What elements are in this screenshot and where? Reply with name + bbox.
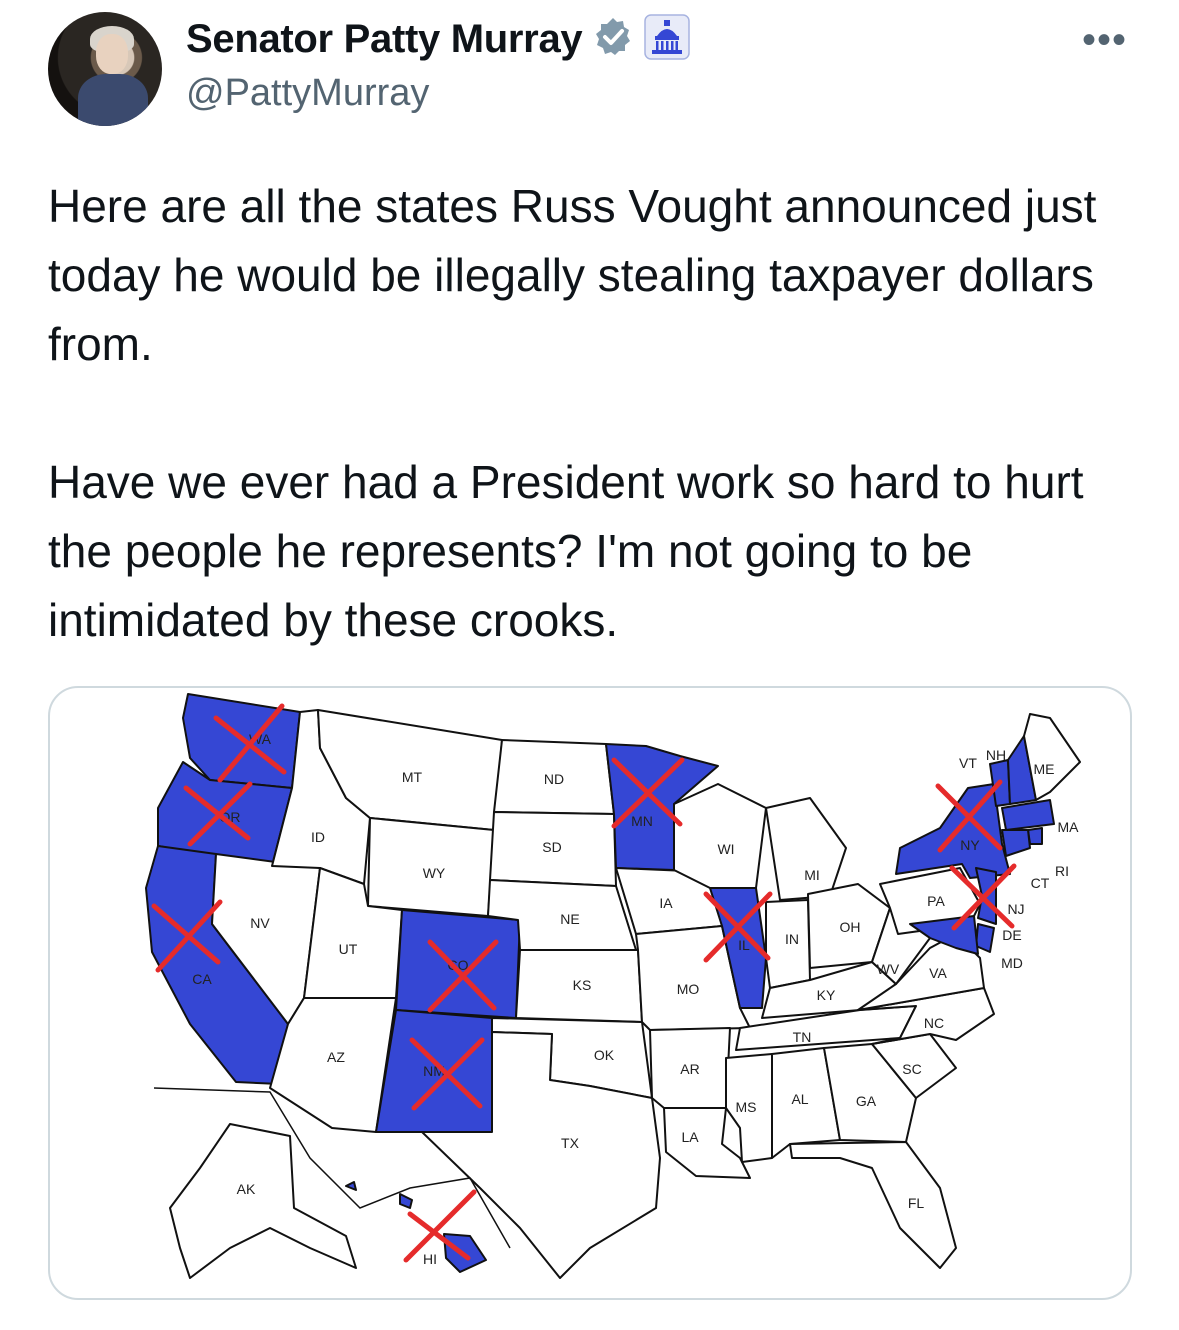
state-label: AZ: [327, 1049, 345, 1065]
state-label: LA: [681, 1129, 699, 1145]
state-label: OH: [840, 919, 861, 935]
tweet-text: Here are all the states Russ Vought anno…: [48, 172, 1138, 655]
state-label: ID: [311, 829, 325, 845]
author-name-row: Senator Patty Murray: [186, 13, 691, 65]
state-MI: [765, 797, 847, 901]
state-AK: [169, 1123, 357, 1279]
state-label: NC: [924, 1015, 944, 1031]
state-label: NH: [986, 747, 1006, 763]
state-label: VT: [959, 755, 977, 771]
state-label: TN: [793, 1029, 812, 1045]
state-label: SC: [902, 1061, 921, 1077]
tweet-paragraph-2: Have we ever had a President work so har…: [48, 456, 1097, 646]
us-states-map: WA OR CA NV ID MT WY UT AZ CO NM ND SD N…: [145, 693, 1081, 1279]
more-options-icon[interactable]: •••: [1082, 20, 1127, 60]
state-label: WY: [423, 865, 446, 881]
tweet-paragraph-1: Here are all the states Russ Vought anno…: [48, 180, 1110, 370]
state-label: FL: [908, 1195, 925, 1211]
state-label: CA: [192, 971, 212, 987]
state-label: MN: [631, 813, 653, 829]
state-label: NE: [560, 911, 579, 927]
state-label: AL: [791, 1091, 808, 1107]
state-label: GA: [856, 1093, 877, 1109]
capitol-building-icon: [644, 13, 691, 65]
state-label: IN: [785, 931, 799, 947]
state-label: DE: [1002, 927, 1021, 943]
state-label: NV: [250, 915, 270, 931]
state-label: WV: [877, 961, 900, 977]
state-label: CT: [1031, 875, 1050, 891]
avatar-jacket: [78, 74, 148, 126]
state-CT: [1001, 829, 1031, 857]
state-label: AR: [680, 1061, 699, 1077]
state-DE: [975, 923, 995, 953]
state-label: RI: [1055, 863, 1069, 879]
verified-badge-icon: [592, 16, 634, 63]
state-label: PA: [927, 893, 945, 909]
state-label: MD: [1001, 955, 1023, 971]
state-label: MS: [736, 1099, 757, 1115]
state-label: MI: [804, 867, 820, 883]
state-label: NY: [960, 837, 980, 853]
state-label: SD: [542, 839, 561, 855]
state-label: HI: [423, 1251, 437, 1267]
state-label: OK: [594, 1047, 615, 1063]
state-label: MT: [402, 769, 423, 785]
author-name[interactable]: Senator Patty Murray: [186, 17, 583, 62]
avatar-face: [96, 34, 128, 74]
state-label: KY: [817, 987, 836, 1003]
state-WI: [673, 783, 767, 889]
state-label: ME: [1034, 761, 1055, 777]
state-label: NJ: [1007, 901, 1024, 917]
state-label: MA: [1058, 819, 1080, 835]
tweet-media-map[interactable]: WA OR CA NV ID MT WY UT AZ CO NM ND SD N…: [48, 686, 1132, 1300]
state-label: KS: [573, 977, 592, 993]
state-FL: [789, 1141, 957, 1269]
state-label: IA: [659, 895, 673, 911]
state-label: AK: [237, 1181, 256, 1197]
state-label: ND: [544, 771, 564, 787]
state-label: UT: [339, 941, 358, 957]
state-label: TX: [561, 1135, 580, 1151]
author-handle[interactable]: @PattyMurray: [186, 72, 429, 115]
state-label: MO: [677, 981, 700, 997]
author-avatar[interactable]: [48, 12, 162, 126]
state-label: WI: [717, 841, 734, 857]
state-label: VA: [929, 965, 947, 981]
